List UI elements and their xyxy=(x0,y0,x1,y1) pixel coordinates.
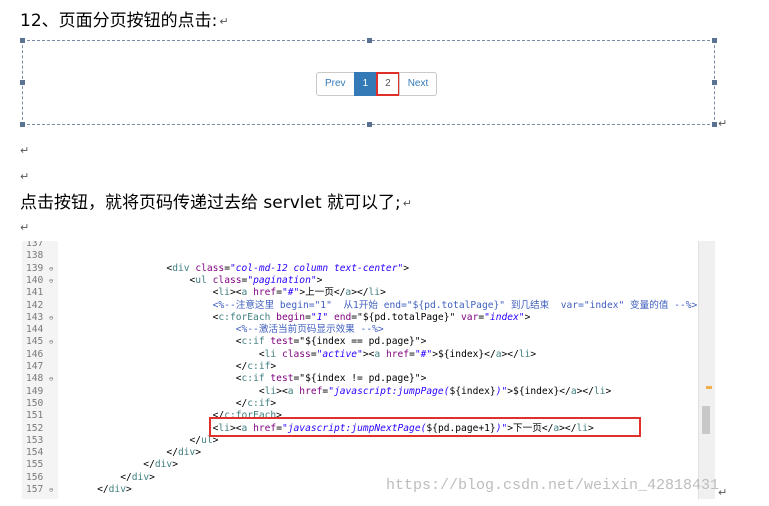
code-text: <li class="active"><a href="#">${index}<… xyxy=(74,348,537,360)
return-mark-icon: ↵ xyxy=(20,144,30,157)
line-number: 156 xyxy=(26,471,44,483)
resize-handle-icon[interactable] xyxy=(712,38,717,43)
code-text: <c:if test="${index == pd.page}"> xyxy=(74,336,427,348)
code-text: <ul class="pagination"> xyxy=(74,274,323,286)
line-number: 138 xyxy=(26,250,44,262)
line-number: 144 xyxy=(26,324,44,336)
watermark: https://blog.csdn.net/weixin_42818431 xyxy=(386,477,720,494)
fold-toggle-icon[interactable]: ⊖ xyxy=(49,336,53,348)
scroll-marker xyxy=(706,386,712,389)
line-number: 151 xyxy=(26,410,44,422)
scrollbar-thumb[interactable] xyxy=(702,406,710,434)
pagination: Prev 1 2 Next xyxy=(316,72,438,96)
fold-toggle-icon[interactable]: ⊖ xyxy=(49,373,53,385)
code-text: <c:if test="${index != pd.page}"> xyxy=(74,373,427,385)
resize-handle-icon[interactable] xyxy=(20,38,25,43)
code-text: <%--激活当前页码显示效果 --%> xyxy=(235,324,384,336)
next-page-button[interactable]: Next xyxy=(398,72,438,96)
line-number: 154 xyxy=(26,447,44,459)
return-mark-icon: ↵ xyxy=(718,486,728,499)
return-mark-icon: ↵ xyxy=(20,170,30,183)
line-number: 137 xyxy=(26,241,44,249)
code-text: <li><a href="#">上一页</a></li> xyxy=(74,287,386,299)
resize-handle-icon[interactable] xyxy=(712,80,717,85)
fold-toggle-icon[interactable]: ⊖ xyxy=(49,263,53,275)
return-mark-icon: ↵ xyxy=(20,221,30,234)
line-number: 146 xyxy=(26,348,44,360)
resize-handle-icon[interactable] xyxy=(367,38,372,43)
code-text: </c:if> xyxy=(74,361,277,372)
page-1-button[interactable]: 1 xyxy=(353,72,378,96)
line-number: 150 xyxy=(26,397,44,409)
code-editor-screenshot: 137 138 139 ⊖ <div class="col-md-12 column… xyxy=(22,241,715,499)
pagination-screenshot[interactable]: Prev 1 2 Next xyxy=(20,38,717,127)
code-text: </div> xyxy=(74,447,202,459)
line-number: 142 xyxy=(26,299,44,311)
prev-page-button[interactable]: Prev xyxy=(316,72,355,96)
code-text: <div class="col-md-12 column text-center… xyxy=(74,262,410,274)
fold-toggle-icon[interactable]: ⊖ xyxy=(49,484,53,496)
line-number: 155 xyxy=(26,459,44,471)
line-number: 149 xyxy=(26,385,44,397)
code-text: </ul> xyxy=(74,434,219,446)
code-text: <%--注意这里 begin="1" 从1开始 end="${pd.totalP… xyxy=(212,299,698,311)
section-heading: 12、页面分页按钮的点击: ↵ xyxy=(20,11,229,31)
line-number: 147 xyxy=(26,361,44,372)
resize-handle-icon[interactable] xyxy=(367,122,372,127)
fold-toggle-icon[interactable]: ⊖ xyxy=(49,275,53,287)
code-text: </div> xyxy=(74,459,178,471)
highlight-box xyxy=(209,417,641,437)
code-text: <li><a href="javascript:jumpPage(${index… xyxy=(74,385,612,397)
line-number: 153 xyxy=(26,434,44,446)
resize-handle-icon[interactable] xyxy=(20,80,25,85)
return-mark-icon: ↵ xyxy=(402,196,412,210)
resize-handle-icon[interactable] xyxy=(712,122,717,127)
vertical-scrollbar[interactable] xyxy=(698,241,715,499)
body-paragraph: 点击按钮，就将页码传递过去给 servlet 就可以了; ↵ xyxy=(20,193,412,213)
code-text: </div> xyxy=(74,484,132,495)
line-number: 152 xyxy=(26,422,44,434)
code-text: </div> xyxy=(74,471,155,483)
line-number: 141 xyxy=(26,287,44,299)
code-text: <c:forEach begin="1" end="${pd.totalPage… xyxy=(74,311,531,323)
fold-toggle-icon[interactable]: ⊖ xyxy=(49,312,53,324)
return-mark-icon: ↵ xyxy=(718,117,728,130)
page-2-button[interactable]: 2 xyxy=(376,72,400,96)
return-mark-icon: ↵ xyxy=(219,14,229,28)
resize-handle-icon[interactable] xyxy=(20,122,25,127)
code-text: </c:if> xyxy=(74,397,277,409)
